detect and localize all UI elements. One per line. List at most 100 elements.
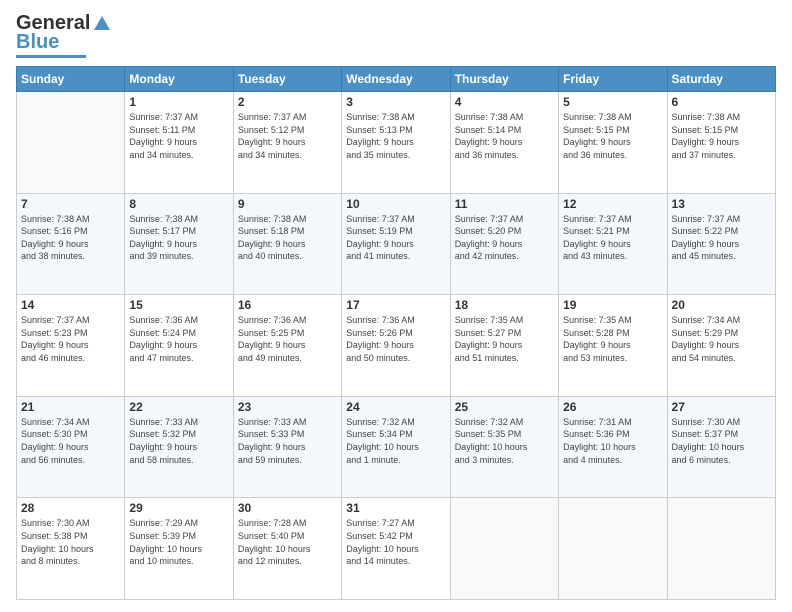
- calendar-week-row: 7 Sunrise: 7:38 AMSunset: 5:16 PMDaylight…: [17, 193, 776, 295]
- day-info: Sunrise: 7:34 AMSunset: 5:29 PMDaylight:…: [672, 314, 771, 364]
- calendar-table: SundayMondayTuesdayWednesdayThursdayFrid…: [16, 66, 776, 600]
- day-info: Sunrise: 7:35 AMSunset: 5:27 PMDaylight:…: [455, 314, 554, 364]
- day-header: Friday: [559, 67, 667, 92]
- day-header: Monday: [125, 67, 233, 92]
- calendar-cell: 27 Sunrise: 7:30 AMSunset: 5:37 PMDayligh…: [667, 396, 775, 498]
- day-number: 13: [672, 197, 771, 211]
- logo: General Blue: [16, 12, 112, 58]
- day-info: Sunrise: 7:37 AMSunset: 5:19 PMDaylight:…: [346, 213, 445, 263]
- calendar-week-row: 28 Sunrise: 7:30 AMSunset: 5:38 PMDayligh…: [17, 498, 776, 600]
- calendar-week-row: 1Sunrise: 7:37 AMSunset: 5:11 PMDaylight…: [17, 92, 776, 194]
- day-info: Sunrise: 7:38 AMSunset: 5:14 PMDaylight:…: [455, 111, 554, 161]
- calendar-cell: 30Sunrise: 7:28 AMSunset: 5:40 PMDayligh…: [233, 498, 341, 600]
- day-number: 27: [672, 400, 771, 414]
- day-number: 20: [672, 298, 771, 312]
- day-info: Sunrise: 7:32 AMSunset: 5:35 PMDaylight:…: [455, 416, 554, 466]
- day-number: 10: [346, 197, 445, 211]
- calendar-cell: 12Sunrise: 7:37 AMSunset: 5:21 PMDayligh…: [559, 193, 667, 295]
- day-number: 5: [563, 95, 662, 109]
- calendar-cell: 22 Sunrise: 7:33 AMSunset: 5:32 PMDayligh…: [125, 396, 233, 498]
- logo-icon: [92, 14, 112, 34]
- day-info: Sunrise: 7:33 AMSunset: 5:33 PMDaylight:…: [238, 416, 337, 466]
- day-number: 16: [238, 298, 337, 312]
- day-header: Thursday: [450, 67, 558, 92]
- day-number: 26: [563, 400, 662, 414]
- day-number: 15: [129, 298, 228, 312]
- day-info: Sunrise: 7:35 AMSunset: 5:28 PMDaylight:…: [563, 314, 662, 364]
- day-info: Sunrise: 7:27 AMSunset: 5:42 PMDaylight:…: [346, 517, 445, 567]
- calendar-week-row: 21Sunrise: 7:34 AMSunset: 5:30 PMDayligh…: [17, 396, 776, 498]
- day-number: 12: [563, 197, 662, 211]
- day-number: 2: [238, 95, 337, 109]
- calendar-cell: [667, 498, 775, 600]
- logo-blue: Blue: [16, 31, 59, 54]
- day-info: Sunrise: 7:29 AMSunset: 5:39 PMDaylight:…: [129, 517, 228, 567]
- calendar-cell: 28 Sunrise: 7:30 AMSunset: 5:38 PMDayligh…: [17, 498, 125, 600]
- day-info: Sunrise: 7:30 AMSunset: 5:37 PMDaylight:…: [672, 416, 771, 466]
- calendar-cell: 3 Sunrise: 7:38 AMSunset: 5:13 PMDaylight…: [342, 92, 450, 194]
- day-number: 25: [455, 400, 554, 414]
- day-number: 31: [346, 501, 445, 515]
- day-header: Tuesday: [233, 67, 341, 92]
- calendar-cell: 15 Sunrise: 7:36 AMSunset: 5:24 PMDayligh…: [125, 295, 233, 397]
- calendar-cell: [450, 498, 558, 600]
- calendar-cell: 2Sunrise: 7:37 AMSunset: 5:12 PMDaylight…: [233, 92, 341, 194]
- calendar-cell: 26Sunrise: 7:31 AMSunset: 5:36 PMDayligh…: [559, 396, 667, 498]
- day-number: 30: [238, 501, 337, 515]
- page: General Blue SundayMondayTuesdayWednesda…: [0, 0, 792, 612]
- day-info: Sunrise: 7:38 AMSunset: 5:13 PMDaylight:…: [346, 111, 445, 161]
- day-number: 7: [21, 197, 120, 211]
- calendar-cell: 17 Sunrise: 7:36 AMSunset: 5:26 PMDayligh…: [342, 295, 450, 397]
- calendar-cell: 31 Sunrise: 7:27 AMSunset: 5:42 PMDayligh…: [342, 498, 450, 600]
- calendar-cell: 29 Sunrise: 7:29 AMSunset: 5:39 PMDayligh…: [125, 498, 233, 600]
- calendar-cell: 16 Sunrise: 7:36 AMSunset: 5:25 PMDayligh…: [233, 295, 341, 397]
- calendar-cell: 7 Sunrise: 7:38 AMSunset: 5:16 PMDaylight…: [17, 193, 125, 295]
- day-number: 21: [21, 400, 120, 414]
- day-number: 28: [21, 501, 120, 515]
- calendar-cell: 9 Sunrise: 7:38 AMSunset: 5:18 PMDaylight…: [233, 193, 341, 295]
- day-header: Saturday: [667, 67, 775, 92]
- day-info: Sunrise: 7:36 AMSunset: 5:26 PMDaylight:…: [346, 314, 445, 364]
- calendar-week-row: 14 Sunrise: 7:37 AMSunset: 5:23 PMDayligh…: [17, 295, 776, 397]
- calendar-cell: 25 Sunrise: 7:32 AMSunset: 5:35 PMDayligh…: [450, 396, 558, 498]
- day-info: Sunrise: 7:37 AMSunset: 5:11 PMDaylight:…: [129, 111, 228, 161]
- calendar-cell: 11 Sunrise: 7:37 AMSunset: 5:20 PMDayligh…: [450, 193, 558, 295]
- day-number: 8: [129, 197, 228, 211]
- calendar-cell: 24Sunrise: 7:32 AMSunset: 5:34 PMDayligh…: [342, 396, 450, 498]
- day-info: Sunrise: 7:38 AMSunset: 5:18 PMDaylight:…: [238, 213, 337, 263]
- calendar-cell: 13Sunrise: 7:37 AMSunset: 5:22 PMDayligh…: [667, 193, 775, 295]
- day-header: Sunday: [17, 67, 125, 92]
- day-number: 22: [129, 400, 228, 414]
- calendar-cell: 1Sunrise: 7:37 AMSunset: 5:11 PMDaylight…: [125, 92, 233, 194]
- day-number: 23: [238, 400, 337, 414]
- day-number: 3: [346, 95, 445, 109]
- calendar-cell: 19 Sunrise: 7:35 AMSunset: 5:28 PMDayligh…: [559, 295, 667, 397]
- logo-underline: [16, 55, 86, 58]
- day-header: Wednesday: [342, 67, 450, 92]
- day-number: 18: [455, 298, 554, 312]
- day-number: 9: [238, 197, 337, 211]
- calendar-cell: 14 Sunrise: 7:37 AMSunset: 5:23 PMDayligh…: [17, 295, 125, 397]
- calendar-cell: 10 Sunrise: 7:37 AMSunset: 5:19 PMDayligh…: [342, 193, 450, 295]
- day-number: 17: [346, 298, 445, 312]
- day-info: Sunrise: 7:33 AMSunset: 5:32 PMDaylight:…: [129, 416, 228, 466]
- day-number: 4: [455, 95, 554, 109]
- day-info: Sunrise: 7:37 AMSunset: 5:23 PMDaylight:…: [21, 314, 120, 364]
- day-number: 29: [129, 501, 228, 515]
- day-number: 24: [346, 400, 445, 414]
- calendar-cell: 18 Sunrise: 7:35 AMSunset: 5:27 PMDayligh…: [450, 295, 558, 397]
- calendar-cell: 8Sunrise: 7:38 AMSunset: 5:17 PMDaylight…: [125, 193, 233, 295]
- calendar-cell: 23 Sunrise: 7:33 AMSunset: 5:33 PMDayligh…: [233, 396, 341, 498]
- day-info: Sunrise: 7:37 AMSunset: 5:20 PMDaylight:…: [455, 213, 554, 263]
- day-info: Sunrise: 7:30 AMSunset: 5:38 PMDaylight:…: [21, 517, 120, 567]
- day-info: Sunrise: 7:36 AMSunset: 5:25 PMDaylight:…: [238, 314, 337, 364]
- day-info: Sunrise: 7:38 AMSunset: 5:16 PMDaylight:…: [21, 213, 120, 263]
- calendar-cell: 4 Sunrise: 7:38 AMSunset: 5:14 PMDaylight…: [450, 92, 558, 194]
- day-info: Sunrise: 7:38 AMSunset: 5:15 PMDaylight:…: [563, 111, 662, 161]
- day-info: Sunrise: 7:38 AMSunset: 5:15 PMDaylight:…: [672, 111, 771, 161]
- day-number: 14: [21, 298, 120, 312]
- day-info: Sunrise: 7:36 AMSunset: 5:24 PMDaylight:…: [129, 314, 228, 364]
- day-number: 11: [455, 197, 554, 211]
- day-number: 6: [672, 95, 771, 109]
- day-number: 19: [563, 298, 662, 312]
